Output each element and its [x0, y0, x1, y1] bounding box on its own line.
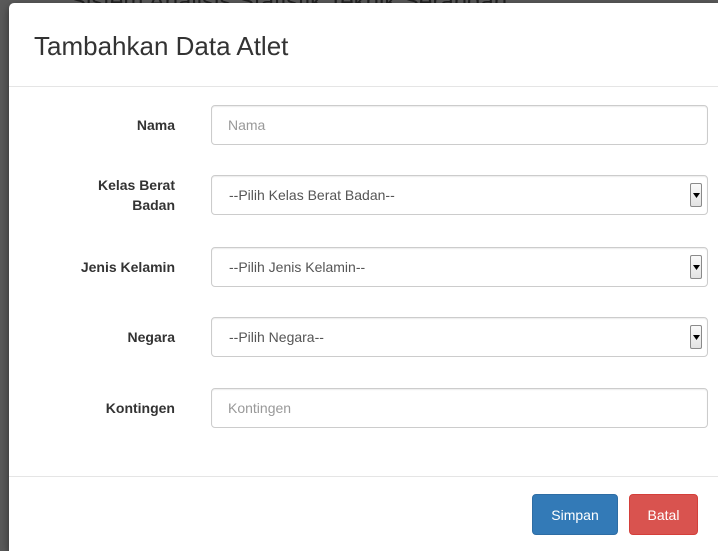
kelas-berat-badan-label-line2: Badan — [132, 197, 175, 213]
modal-header: Tambahkan Data Atlet — [9, 3, 718, 87]
form-group-kontingen: Kontingen — [9, 388, 718, 428]
modal-body: Nama Kelas Berat Badan --Pilih Kelas Ber… — [9, 87, 718, 477]
form-group-kelas-berat-badan: Kelas Berat Badan --Pilih Kelas Berat Ba… — [9, 175, 718, 225]
add-athlete-modal: Tambahkan Data Atlet Nama Kelas Berat Ba… — [9, 3, 718, 551]
kelas-berat-badan-selected: --Pilih Kelas Berat Badan-- — [229, 187, 395, 203]
kontingen-label: Kontingen — [105, 400, 175, 416]
save-button[interactable]: Simpan — [532, 494, 618, 535]
nama-input[interactable] — [211, 105, 708, 145]
nama-label: Nama — [136, 117, 175, 133]
form-group-jenis-kelamin: Jenis Kelamin --Pilih Jenis Kelamin-- — [9, 247, 718, 287]
jenis-kelamin-label: Jenis Kelamin — [80, 259, 175, 275]
form-group-negara: Negara --Pilih Negara-- — [9, 317, 718, 357]
negara-label: Negara — [127, 329, 175, 345]
jenis-kelamin-selected: --Pilih Jenis Kelamin-- — [229, 259, 366, 275]
cancel-button[interactable]: Batal — [629, 494, 698, 535]
negara-selected: --Pilih Negara-- — [229, 329, 324, 345]
jenis-kelamin-select[interactable]: --Pilih Jenis Kelamin-- — [211, 247, 708, 287]
kelas-berat-badan-select[interactable]: --Pilih Kelas Berat Badan-- — [211, 175, 708, 215]
negara-select[interactable]: --Pilih Negara-- — [211, 317, 708, 357]
kelas-berat-badan-label-line1: Kelas Berat — [97, 177, 175, 193]
chevron-down-icon[interactable] — [690, 183, 702, 207]
chevron-down-icon[interactable] — [690, 325, 702, 349]
kontingen-input[interactable] — [211, 388, 708, 428]
kelas-berat-badan-label: Kelas Berat Badan — [25, 175, 175, 215]
chevron-down-icon[interactable] — [690, 255, 702, 279]
modal-title: Tambahkan Data Atlet — [34, 31, 289, 61]
form-group-nama: Nama — [9, 105, 718, 145]
modal-footer: Simpan Batal — [9, 477, 718, 551]
